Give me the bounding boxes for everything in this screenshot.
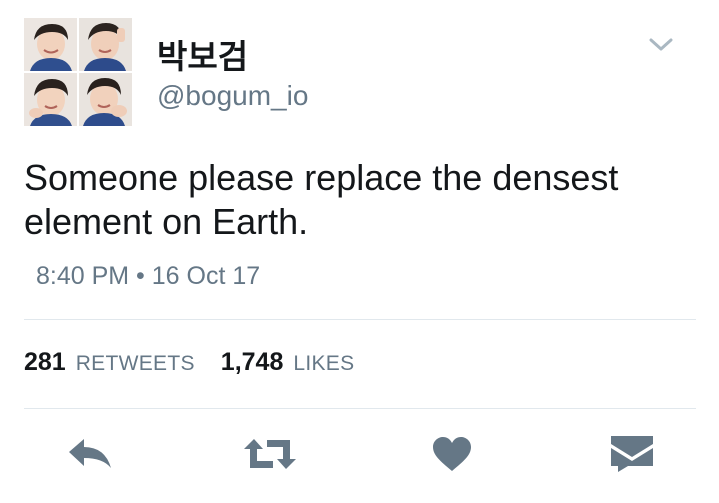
- avatar-photo-3: [24, 73, 77, 126]
- tweet-text-line-1: Someone please replace the densest: [24, 157, 619, 198]
- retweets-label[interactable]: RETWEETS: [76, 352, 195, 376]
- more-options-button[interactable]: [646, 34, 676, 60]
- avatar-photo-1: [24, 18, 77, 71]
- retweet-icon: [243, 437, 297, 471]
- retweet-button[interactable]: [244, 432, 296, 476]
- tweet-text-line-2: element on Earth.: [24, 201, 309, 242]
- likes-count[interactable]: 1,748: [221, 348, 284, 377]
- tweet-timestamp[interactable]: 8:40 PM • 16 Oct 17: [36, 262, 260, 291]
- like-button[interactable]: [426, 432, 478, 476]
- tweet-stats: 281 RETWEETS 1,748 LIKES: [24, 348, 354, 377]
- user-handle[interactable]: @bogum_io: [157, 80, 308, 112]
- reply-icon: [67, 437, 113, 471]
- divider-top: [24, 319, 696, 320]
- tweet-text: Someone please replace the densest eleme…: [24, 156, 684, 244]
- chevron-down-icon: [649, 38, 673, 57]
- display-name[interactable]: 박보검: [157, 30, 248, 78]
- avatar[interactable]: [24, 18, 132, 126]
- tweet-card: 박보검 @bogum_io Someone please replace the…: [0, 0, 719, 503]
- retweets-count[interactable]: 281: [24, 348, 66, 377]
- divider-bottom: [24, 408, 696, 409]
- likes-label[interactable]: LIKES: [293, 352, 354, 376]
- avatar-photo-4: [79, 73, 132, 126]
- like-icon: [432, 436, 472, 472]
- avatar-photo-2: [79, 18, 132, 71]
- direct-message-icon: [610, 435, 654, 473]
- direct-message-button[interactable]: [606, 432, 658, 476]
- reply-button[interactable]: [64, 432, 116, 476]
